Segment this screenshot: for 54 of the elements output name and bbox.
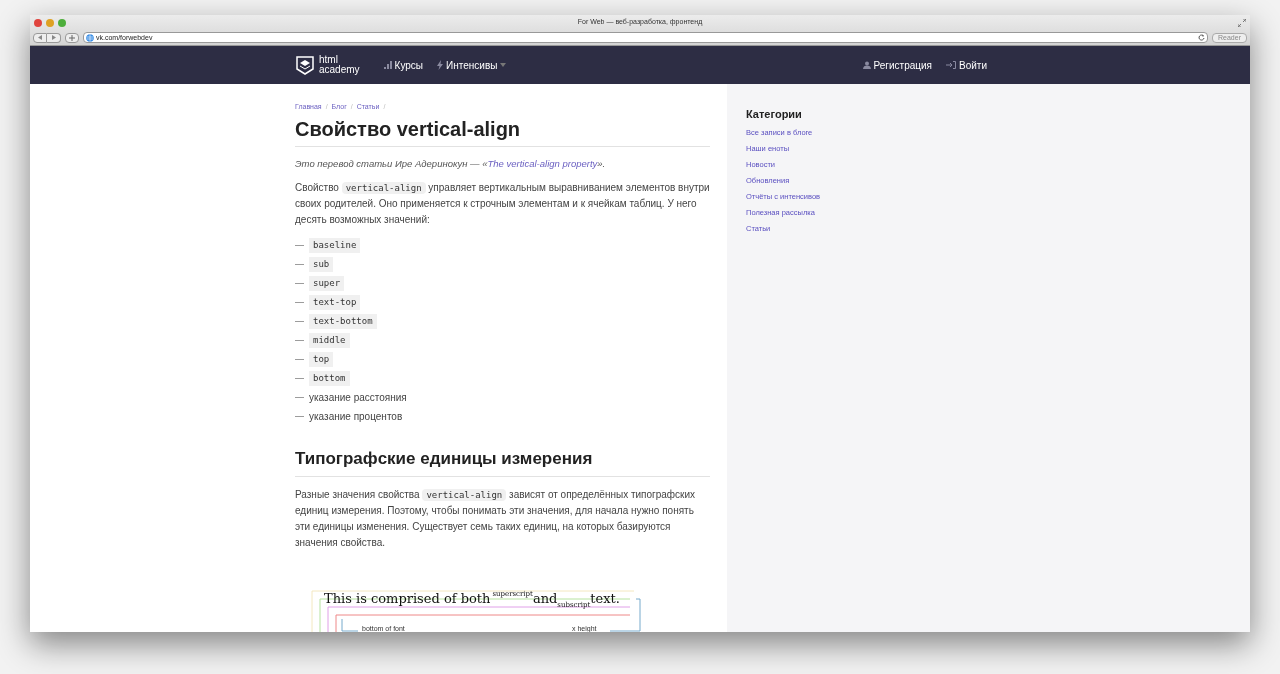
article-link[interactable]: The vertical-align property	[487, 157, 598, 169]
intro-text: Это перевод статьи Ире Адеринокун — «The vertical-align property».	[295, 156, 607, 171]
dash: —	[295, 390, 304, 404]
left-arrow-icon	[38, 35, 42, 40]
nav-link[interactable]: Курсы	[383, 57, 424, 73]
code-value: super	[309, 275, 345, 291]
nav-link[interactable]: Регистрация	[862, 57, 932, 73]
caret-icon	[500, 63, 507, 67]
back-button[interactable]	[33, 32, 47, 43]
nav-link[interactable]: Интенсивы	[437, 57, 507, 73]
fullscreen-icon[interactable]	[1238, 18, 1246, 27]
lightning-icon	[437, 60, 444, 70]
dash: —	[295, 352, 304, 366]
list-text: указание процентов	[309, 409, 403, 424]
logo-text: academy	[319, 65, 360, 75]
forward-button[interactable]	[47, 32, 61, 43]
code-value: sub	[309, 256, 334, 272]
zoom-button[interactable]	[58, 18, 66, 27]
dash: —	[295, 333, 304, 347]
dash: —	[295, 295, 304, 309]
sidebar-title: Категории	[746, 107, 803, 122]
plus-icon	[69, 34, 75, 41]
article-title: Свойство vertical-align	[295, 116, 522, 142]
new-tab-button[interactable]	[65, 32, 79, 43]
logo-text: html	[319, 55, 339, 65]
minimize-button[interactable]	[46, 18, 54, 27]
reload-icon[interactable]	[1198, 34, 1206, 41]
code-value: text-bottom	[309, 313, 377, 329]
list-text: указание расстояния	[309, 390, 407, 405]
code-value: bottom	[309, 370, 350, 386]
dash: —	[295, 257, 304, 271]
diagram-text: This is comprised of both	[324, 589, 491, 608]
section-heading: Типографские единицы измерения	[295, 447, 594, 470]
right-arrow-icon	[51, 35, 56, 40]
paragraph: Разные значения свойства vertical-align зависят от определённых типографских единиц измерения. Поэтому, чтобы понимать эти значения, для начала нужно понять эти единицы изменения. Существует семь таких единиц, на которых базируются значения свойства.	[295, 487, 697, 550]
dash: —	[295, 371, 304, 385]
dash: —	[295, 238, 304, 252]
dash: —	[295, 314, 304, 328]
logo-icon	[295, 55, 315, 75]
login-icon	[946, 61, 956, 69]
user-icon	[862, 61, 871, 69]
nav-link[interactable]: Войти	[946, 57, 987, 73]
bar-chart-icon	[383, 61, 392, 69]
close-button[interactable]	[34, 18, 42, 27]
code-value: top	[309, 351, 334, 367]
paragraph: Свойство vertical-align управляет вертикальным выравниванием элементов внутри своих родителей. Оно применяется к строчным элементам и к ячейкам таблиц. У него десять возможных значений:	[295, 180, 710, 227]
dash: —	[295, 276, 304, 290]
globe-icon	[86, 33, 94, 42]
diagram-text: text.	[590, 589, 620, 606]
code-value: middle	[309, 332, 350, 348]
logo[interactable]: html academy	[295, 55, 360, 75]
code-value: text-top	[309, 294, 361, 310]
code-value: baseline	[309, 237, 361, 253]
dash: —	[295, 409, 304, 423]
